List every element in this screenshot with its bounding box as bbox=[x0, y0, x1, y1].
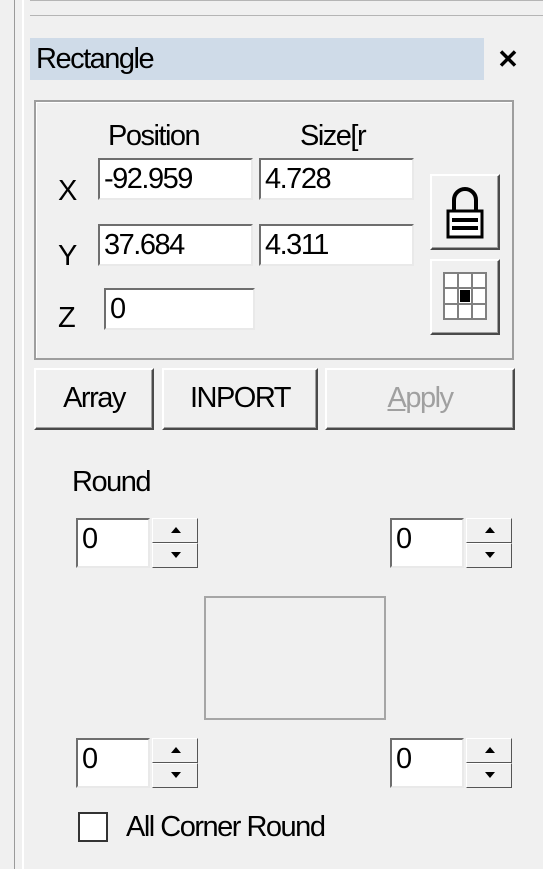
apply-button-label: pply bbox=[405, 382, 454, 414]
round-bottom-right-stepper[interactable] bbox=[466, 738, 512, 788]
z-label: Z bbox=[58, 302, 76, 334]
round-top-left-input[interactable]: 0 bbox=[76, 518, 150, 568]
panel-left-border bbox=[14, 0, 15, 869]
spin-down-icon[interactable] bbox=[466, 543, 512, 568]
y-position-input[interactable]: 37.684 bbox=[98, 224, 253, 266]
corner-preview bbox=[204, 596, 386, 720]
x-label: X bbox=[58, 175, 77, 207]
spin-down-icon[interactable] bbox=[466, 763, 512, 788]
x-position-input[interactable]: -92.959 bbox=[98, 158, 253, 200]
x-size-input[interactable]: 4.728 bbox=[259, 158, 414, 200]
panel-title-bar[interactable]: Rectangle bbox=[30, 38, 484, 80]
round-top-right-input[interactable]: 0 bbox=[390, 518, 464, 568]
round-bottom-left-input[interactable]: 0 bbox=[76, 738, 150, 788]
panel-title: Rectangle bbox=[36, 43, 155, 75]
spin-up-icon[interactable] bbox=[152, 738, 198, 763]
apply-button[interactable]: Apply bbox=[325, 368, 515, 430]
apply-button-mnemonic: A bbox=[387, 382, 406, 414]
close-icon[interactable]: ✕ bbox=[494, 44, 522, 74]
aspect-lock-button[interactable] bbox=[430, 174, 500, 250]
spin-up-icon[interactable] bbox=[152, 518, 198, 543]
panel-left-highlight bbox=[22, 0, 24, 869]
lock-icon bbox=[446, 187, 484, 239]
round-top-right-stepper[interactable] bbox=[466, 518, 512, 568]
all-corner-round-label[interactable]: All Corner Round bbox=[126, 813, 326, 842]
spin-up-icon[interactable] bbox=[466, 518, 512, 543]
z-position-input[interactable]: 0 bbox=[104, 288, 255, 330]
import-button[interactable]: INPORT bbox=[162, 368, 318, 430]
y-label: Y bbox=[58, 240, 77, 272]
round-label: Round bbox=[72, 466, 151, 498]
size-header: Size[r bbox=[300, 120, 367, 152]
spin-down-icon[interactable] bbox=[152, 543, 198, 568]
array-button[interactable]: Array bbox=[34, 368, 154, 430]
panel-top-border bbox=[30, 0, 543, 16]
position-header: Position bbox=[108, 120, 201, 152]
spin-up-icon[interactable] bbox=[466, 738, 512, 763]
anchor-grid-icon bbox=[443, 272, 487, 320]
spin-down-icon[interactable] bbox=[152, 763, 198, 788]
anchor-point-button[interactable] bbox=[430, 259, 500, 335]
round-top-left-stepper[interactable] bbox=[152, 518, 198, 568]
all-corner-round-checkbox[interactable] bbox=[78, 812, 108, 842]
round-bottom-right-input[interactable]: 0 bbox=[390, 738, 464, 788]
y-size-input[interactable]: 4.311 bbox=[259, 224, 414, 266]
round-bottom-left-stepper[interactable] bbox=[152, 738, 198, 788]
